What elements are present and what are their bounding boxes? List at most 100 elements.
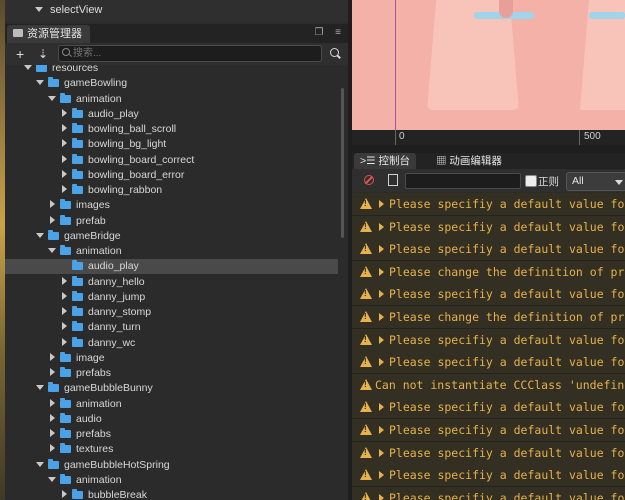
expand-arrow-icon[interactable] <box>379 471 384 480</box>
tree-node-selectview[interactable]: selectView <box>35 4 102 16</box>
expand-arrow-icon[interactable] <box>379 245 384 254</box>
panel-splitter[interactable] <box>352 145 625 153</box>
chevron-right-icon[interactable] <box>60 122 68 137</box>
chevron-right-icon[interactable] <box>60 107 68 122</box>
tree-node[interactable]: image <box>5 351 338 366</box>
clear-icon[interactable] <box>364 175 374 185</box>
tree-node[interactable]: prefab <box>5 214 338 229</box>
chevron-right-icon[interactable] <box>60 153 68 168</box>
regex-checkbox[interactable] <box>525 175 537 187</box>
tree-node[interactable]: danny_jump <box>5 290 338 305</box>
tab-console[interactable]: >☰ 控制台 <box>354 153 416 169</box>
expand-arrow-icon[interactable] <box>379 403 384 412</box>
tree-node[interactable]: audio_play <box>5 107 338 122</box>
console-message[interactable]: Please specifiy a default value for <box>352 486 625 500</box>
chevron-right-icon[interactable] <box>48 198 56 213</box>
menu-icon[interactable]: ≡ <box>333 28 343 38</box>
console-message[interactable]: Please specifiy a default value for <box>352 441 625 465</box>
chevron-down-icon[interactable] <box>36 381 44 396</box>
chevron-right-icon[interactable] <box>48 427 56 442</box>
tree-node[interactable]: gameBubbleHotSpring <box>5 458 338 473</box>
tree-node[interactable]: resources <box>5 65 338 76</box>
chevron-right-icon[interactable] <box>48 442 56 457</box>
log-file-icon[interactable] <box>388 174 398 186</box>
console-message[interactable]: Please specifiy a default value for <box>352 238 625 262</box>
tree-node[interactable]: gameBridge <box>5 229 338 244</box>
tree-node[interactable]: animation <box>5 92 338 107</box>
tree-node[interactable]: prefabs <box>5 366 338 381</box>
tree-node[interactable]: bowling_ball_scroll <box>5 122 338 137</box>
expand-arrow-icon[interactable] <box>379 335 384 344</box>
chevron-right-icon[interactable] <box>48 366 56 381</box>
tree-node[interactable]: danny_hello <box>5 275 338 290</box>
console-message[interactable]: Please specifiy a default value for <box>352 464 625 488</box>
expand-arrow-icon[interactable] <box>379 222 384 231</box>
expand-arrow-icon[interactable] <box>379 313 384 321</box>
expand-arrow-icon[interactable] <box>379 448 384 457</box>
chevron-down-icon[interactable] <box>48 92 56 107</box>
console-message[interactable]: Please specifiy a default value for <box>352 351 625 375</box>
expand-arrow-icon[interactable] <box>379 493 384 500</box>
expand-arrow-icon[interactable] <box>379 426 384 434</box>
chevron-down-icon[interactable] <box>36 458 44 473</box>
chevron-right-icon[interactable] <box>60 488 68 500</box>
chevron-right-icon[interactable] <box>60 168 68 183</box>
console-message[interactable]: Please specifiy a default value for <box>352 283 625 307</box>
console-message[interactable]: Please change the definition of pro <box>352 260 625 284</box>
tab-animation-editor[interactable]: ▦ 动画编辑器 <box>430 153 508 169</box>
log-level-select[interactable]: All <box>566 172 625 191</box>
sort-button[interactable]: ⇣ <box>38 46 48 62</box>
tree-node[interactable]: bowling_board_error <box>5 168 338 183</box>
tree-node[interactable]: bowling_board_correct <box>5 153 338 168</box>
tree-node[interactable]: danny_wc <box>5 336 338 351</box>
chevron-down-icon[interactable] <box>35 7 43 12</box>
expand-arrow-icon[interactable] <box>379 290 384 299</box>
tree-node[interactable]: animation <box>5 397 338 412</box>
expand-arrow-icon[interactable] <box>379 267 384 276</box>
chevron-right-icon[interactable] <box>60 183 68 198</box>
console-filter-input[interactable] <box>405 173 521 189</box>
popout-icon[interactable]: ❐ <box>314 28 324 38</box>
tree-node[interactable]: bubbleBreak <box>5 488 338 500</box>
tree-node[interactable]: gameBowling <box>5 76 338 91</box>
add-button[interactable]: + <box>16 46 24 62</box>
console-message[interactable]: Please specifiy a default value for <box>352 419 625 442</box>
chevron-down-icon[interactable] <box>36 76 44 91</box>
tree-node[interactable]: prefabs <box>5 427 338 442</box>
search-button[interactable] <box>327 46 343 61</box>
search-input[interactable] <box>73 46 313 61</box>
tree-node[interactable]: bowling_rabbon <box>5 183 338 198</box>
console-message[interactable]: Please change the definition of pro <box>352 306 625 329</box>
tree-node[interactable]: audio_play <box>5 259 338 275</box>
tree-node[interactable]: danny_stomp <box>5 305 338 320</box>
tree-node[interactable]: bowling_bg_light <box>5 137 338 152</box>
chevron-right-icon[interactable] <box>48 412 56 427</box>
tree-node[interactable]: audio <box>5 412 338 427</box>
tree-node[interactable]: animation <box>5 473 338 488</box>
asset-search-box[interactable] <box>58 45 322 62</box>
chevron-down-icon[interactable] <box>36 229 44 244</box>
chevron-right-icon[interactable] <box>48 214 56 229</box>
chevron-right-icon[interactable] <box>60 336 68 351</box>
tree-node[interactable]: danny_turn <box>5 320 338 335</box>
chevron-right-icon[interactable] <box>48 351 56 366</box>
chevron-right-icon[interactable] <box>60 320 68 335</box>
tree-node[interactable]: images <box>5 198 338 213</box>
scrollbar[interactable] <box>341 88 344 238</box>
console-message[interactable]: Please specifiy a default value for <box>352 215 625 239</box>
expand-arrow-icon[interactable] <box>379 358 384 367</box>
chevron-down-icon[interactable] <box>24 65 32 76</box>
console-message[interactable]: Can not instantiate CCClass 'undefine <box>352 373 625 397</box>
chevron-down-icon[interactable] <box>48 473 56 488</box>
chevron-right-icon[interactable] <box>60 137 68 152</box>
console-message[interactable]: Please specifiy a default value for <box>352 193 625 216</box>
expand-arrow-icon[interactable] <box>379 200 384 208</box>
tree-node[interactable]: animation <box>5 244 338 259</box>
console-message[interactable]: Please specifiy a default value for <box>352 396 625 420</box>
console-message[interactable]: Please specifiy a default value for <box>352 328 625 352</box>
tab-assets[interactable]: 资源管理器 <box>7 25 90 43</box>
tree-node[interactable]: gameBubbleBunny <box>5 381 338 396</box>
tree-node[interactable]: textures <box>5 442 338 457</box>
chevron-right-icon[interactable] <box>48 397 56 412</box>
chevron-right-icon[interactable] <box>60 290 68 305</box>
